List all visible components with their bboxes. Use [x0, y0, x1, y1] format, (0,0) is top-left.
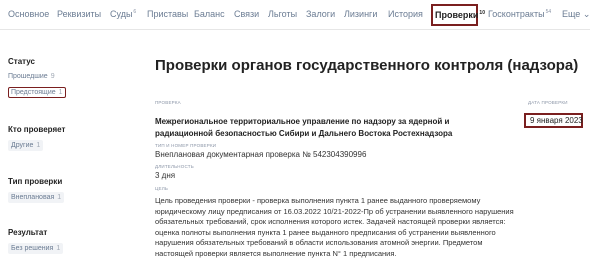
filter-type-title: Тип проверки [8, 177, 63, 186]
nav-tab-state-contracts[interactable]: Госконтракты54 [488, 9, 551, 19]
chevron-down-icon: ⌄ [582, 9, 590, 19]
inspection-duration: 3 дня [155, 171, 176, 180]
inspection-date: 9 января 2023 [524, 113, 583, 128]
nav-tab-courts[interactable]: Суды6 [110, 9, 136, 19]
nav-tab-pledges[interactable]: Залоги [306, 9, 335, 19]
filter-type-unscheduled[interactable]: Внеплановая 1 [8, 192, 65, 203]
purpose-label: ЦЕЛЬ [155, 186, 169, 191]
nav-tab-requisites[interactable]: Реквизиты [57, 9, 101, 19]
authority-label: ПРОВЕРКА [155, 100, 181, 105]
nav-tab-count: 6 [133, 9, 137, 15]
inspecting-authority: Межрегиональное территориальное управлен… [155, 117, 453, 138]
top-navigation: Основное Реквизиты Суды6 Приставы Баланс… [0, 0, 590, 30]
nav-tab-benefits[interactable]: Льготы [268, 9, 297, 19]
filter-status-title: Статус [8, 57, 35, 66]
filter-result-title: Результат [8, 228, 48, 237]
filter-inspector-title: Кто проверяет [8, 125, 66, 134]
nav-tab-links[interactable]: Связи [234, 9, 259, 19]
filter-inspector-other[interactable]: Другие 1 [8, 140, 44, 151]
filter-status-upcoming[interactable]: Предстоящие 1 [8, 87, 66, 98]
nav-tab-balance[interactable]: Баланс [194, 9, 225, 19]
nav-tab-count: 10 [479, 10, 485, 16]
filter-status-past[interactable]: Прошедшие 9 [8, 73, 55, 80]
filter-result-no-decision[interactable]: Без решения 1 [8, 243, 64, 254]
duration-label: ДЛИТЕЛЬНОСТЬ [155, 164, 194, 169]
nav-tab-count: 54 [545, 9, 552, 15]
nav-tab-bailiffs[interactable]: Приставы [147, 9, 188, 19]
inspection-type-number: Внеплановая документарная проверка № 542… [155, 150, 367, 159]
nav-tab-main[interactable]: Основное [8, 9, 49, 19]
date-label: ДАТА ПРОВЕРКИ [528, 100, 568, 105]
page-title: Проверки органов государственного контро… [155, 57, 579, 74]
nav-tab-leasing[interactable]: Лизинги [344, 9, 377, 19]
nav-tab-history[interactable]: История [388, 9, 423, 19]
inspection-purpose: Цель проведения проверки - проверка выпо… [155, 196, 514, 258]
nav-tab-inspections[interactable]: Проверки10 [431, 4, 485, 26]
type-label: ТИП И НОМЕР ПРОВЕРКИ [155, 143, 217, 148]
nav-tab-more[interactable]: Еще ⌄ [562, 9, 590, 20]
